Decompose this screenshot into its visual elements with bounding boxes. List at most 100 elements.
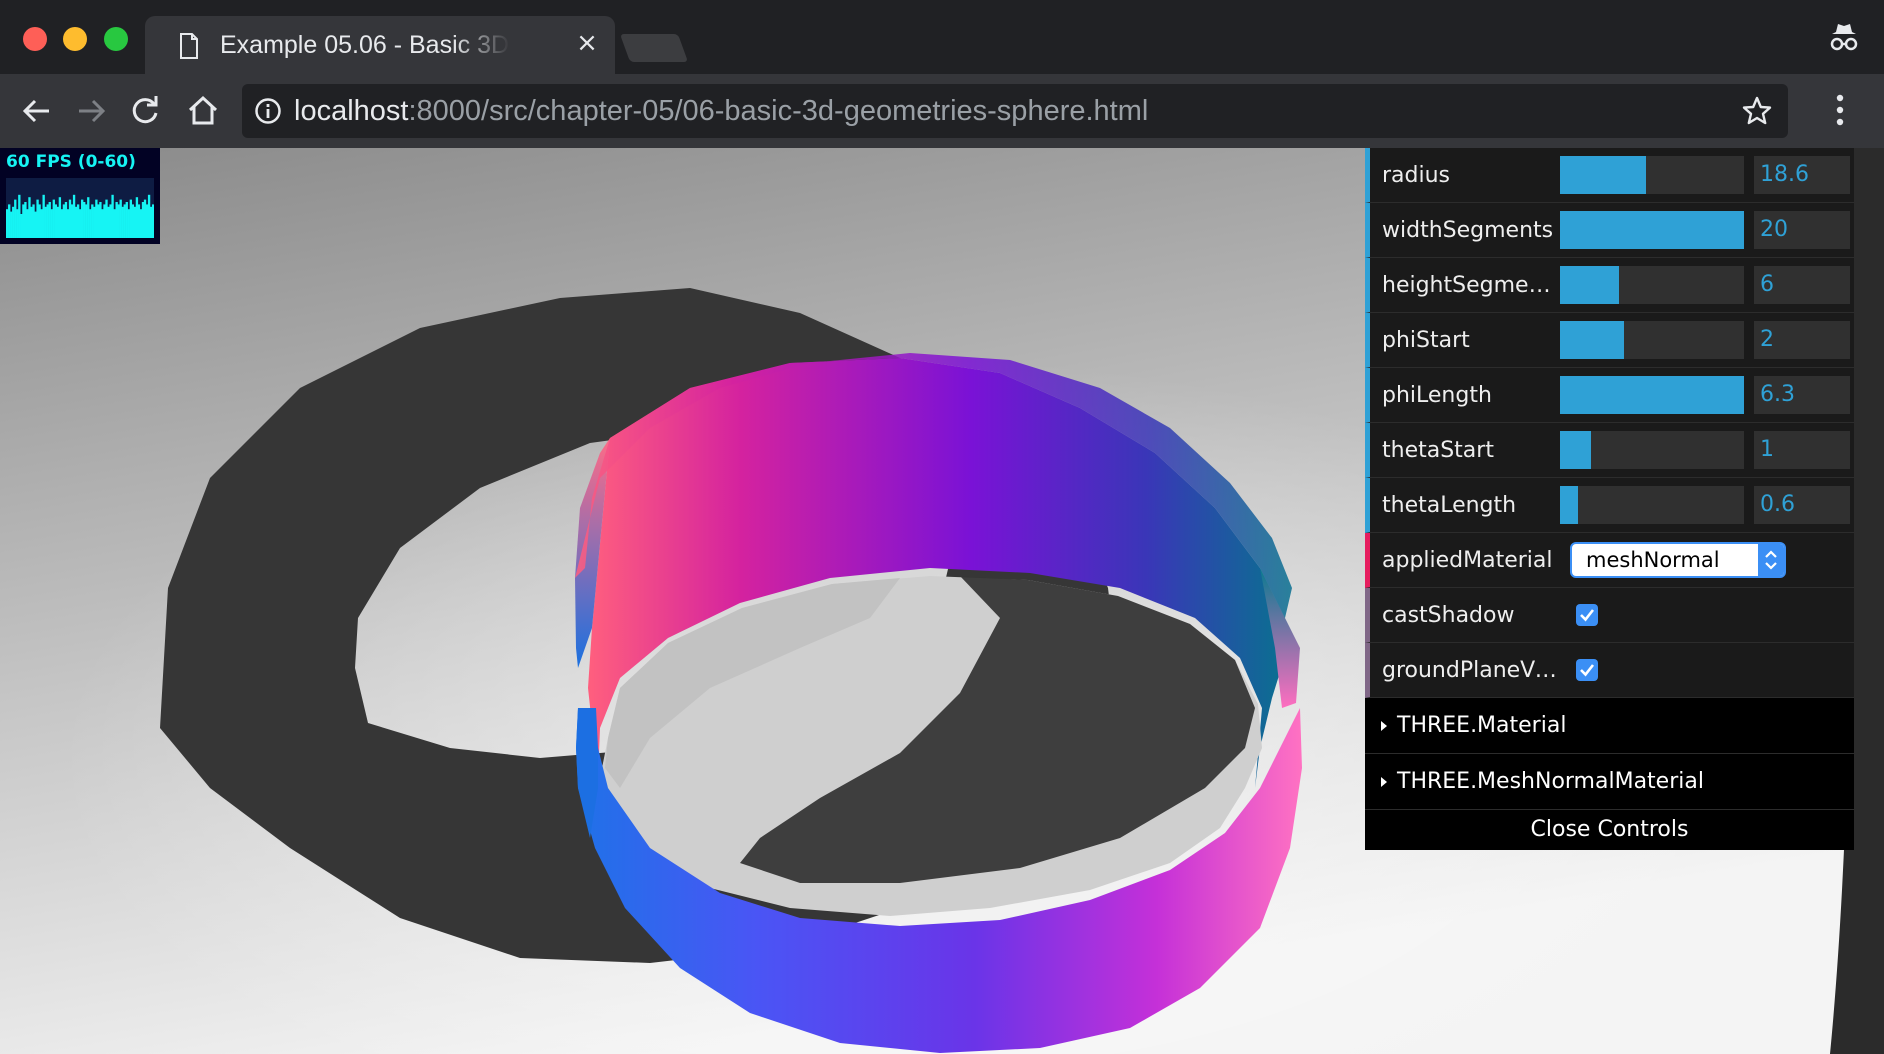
fps-bar xyxy=(99,202,102,238)
cast-shadow-row: castShadow xyxy=(1365,588,1854,643)
fps-bar xyxy=(115,202,118,238)
fps-bar xyxy=(42,194,45,238)
fps-bar xyxy=(60,209,64,238)
new-tab-button[interactable] xyxy=(619,34,689,62)
fps-bar xyxy=(111,194,114,238)
fps-bar xyxy=(147,194,151,238)
control-value-input[interactable]: 1 xyxy=(1754,431,1850,469)
fps-stats-panel[interactable]: 60 FPS (0-60) xyxy=(0,148,160,244)
control-value-input[interactable]: 20 xyxy=(1754,211,1850,249)
reload-icon[interactable] xyxy=(124,90,166,132)
fps-bar xyxy=(137,204,141,238)
fps-bar xyxy=(36,199,39,238)
fps-bar xyxy=(72,194,76,238)
number-control-row: thetaLength 0.6 xyxy=(1365,478,1854,533)
close-controls-button[interactable]: Close Controls xyxy=(1365,810,1854,850)
fps-bar xyxy=(10,211,13,238)
folder-label: THREE.Material xyxy=(1397,713,1567,738)
bookmark-star-icon[interactable] xyxy=(1742,96,1772,130)
control-value-input[interactable]: 18.6 xyxy=(1754,156,1850,194)
control-value-input[interactable]: 6 xyxy=(1754,266,1850,304)
control-label: thetaStart xyxy=(1382,438,1494,463)
control-label: phiStart xyxy=(1382,328,1470,353)
webgl-viewport[interactable]: 60 FPS (0-60) radius 18.6 widthSegments 20 h… xyxy=(0,148,1884,1054)
fps-bar xyxy=(34,211,37,238)
fps-bar xyxy=(113,209,116,238)
fps-bar xyxy=(121,206,124,238)
fps-bar xyxy=(145,204,149,238)
ground-plane-checkbox[interactable] xyxy=(1576,659,1598,681)
fps-bar xyxy=(8,204,11,238)
browser-toolbar: localhost:8000/src/chapter-05/06-basic-3… xyxy=(0,74,1884,148)
tab-strip: Example 05.06 - Basic 3D geometries - Sp… xyxy=(0,0,1884,74)
fps-bar xyxy=(143,199,147,238)
fps-bar xyxy=(139,209,143,238)
fps-bar xyxy=(30,206,33,238)
fps-bar xyxy=(6,209,9,238)
home-icon[interactable] xyxy=(182,90,224,132)
minimize-window-button[interactable] xyxy=(63,27,87,51)
fps-bar xyxy=(68,199,72,238)
slider-fill xyxy=(1560,486,1579,524)
control-slider[interactable] xyxy=(1560,211,1744,249)
fps-bar xyxy=(81,199,84,238)
fps-bar xyxy=(119,199,122,238)
fps-bar xyxy=(105,199,108,238)
active-tab[interactable]: Example 05.06 - Basic 3D geometries - Sp… xyxy=(145,16,615,74)
fps-bar xyxy=(131,204,135,238)
folder-collapsed-icon xyxy=(1381,721,1387,731)
cast-shadow-checkbox[interactable] xyxy=(1576,604,1598,626)
address-bar[interactable]: localhost:8000/src/chapter-05/06-basic-3… xyxy=(242,84,1788,138)
fps-bar xyxy=(109,204,112,238)
fps-bar xyxy=(123,204,126,238)
fps-label: 60 FPS (0-60) xyxy=(6,152,136,172)
slider-fill xyxy=(1560,156,1647,194)
control-value-input[interactable]: 2 xyxy=(1754,321,1850,359)
tab-title: Example 05.06 - Basic 3D geometries - Sp… xyxy=(220,31,510,59)
fps-bar xyxy=(127,209,130,238)
control-slider[interactable] xyxy=(1560,376,1744,414)
kebab-menu-icon[interactable] xyxy=(1833,90,1847,134)
fps-bar xyxy=(14,199,17,238)
tab-close-icon[interactable]: × xyxy=(573,28,601,58)
applied-material-select[interactable]: meshNormal xyxy=(1570,542,1786,578)
applied-material-row: appliedMaterial meshNormal xyxy=(1365,533,1854,588)
fps-bar xyxy=(76,204,80,238)
fps-bar xyxy=(83,202,86,238)
fps-graph xyxy=(6,178,154,238)
maximize-window-button[interactable] xyxy=(104,27,128,51)
control-value-input[interactable]: 0.6 xyxy=(1754,486,1850,524)
control-slider[interactable] xyxy=(1560,431,1744,469)
fps-bar xyxy=(107,206,110,238)
fps-bar xyxy=(40,209,43,238)
folder-mesh-normal-material[interactable]: THREE.MeshNormalMaterial xyxy=(1365,754,1854,810)
control-value-input[interactable]: 6.3 xyxy=(1754,376,1850,414)
info-icon[interactable] xyxy=(254,97,282,129)
fps-bar xyxy=(93,206,96,238)
fps-bar xyxy=(97,204,100,238)
control-label: radius xyxy=(1382,163,1451,188)
control-slider[interactable] xyxy=(1560,486,1744,524)
control-label: phiLength xyxy=(1382,383,1492,408)
forward-arrow-icon[interactable] xyxy=(70,90,112,132)
control-slider[interactable] xyxy=(1560,266,1744,304)
fps-bar xyxy=(26,209,29,238)
fps-bar xyxy=(18,194,21,238)
folder-three-material[interactable]: THREE.Material xyxy=(1365,698,1854,754)
control-slider[interactable] xyxy=(1560,156,1744,194)
page-icon xyxy=(179,33,199,63)
back-arrow-icon[interactable] xyxy=(16,90,58,132)
fps-bar xyxy=(91,204,94,238)
number-control-row: phiLength 6.3 xyxy=(1365,368,1854,423)
fps-bar xyxy=(54,204,57,238)
fps-bar xyxy=(78,209,82,238)
fps-bar xyxy=(38,204,41,238)
slider-fill xyxy=(1560,266,1619,304)
applied-material-value: meshNormal xyxy=(1586,548,1720,572)
slider-fill xyxy=(1560,431,1592,469)
folder-label: THREE.MeshNormalMaterial xyxy=(1397,769,1704,794)
close-window-button[interactable] xyxy=(23,27,47,51)
control-slider[interactable] xyxy=(1560,321,1744,359)
fps-bar xyxy=(87,197,90,238)
fps-bar xyxy=(16,209,19,238)
